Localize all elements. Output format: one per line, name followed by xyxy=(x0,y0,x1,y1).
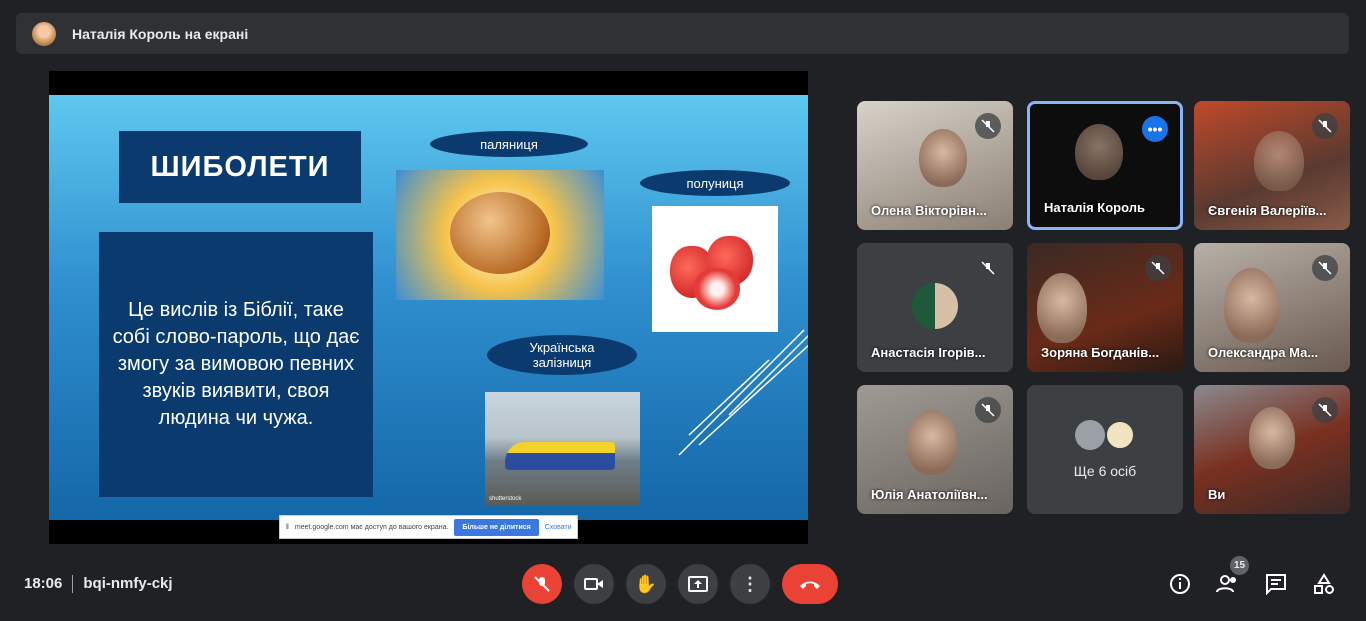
people-button[interactable] xyxy=(1216,572,1240,596)
slide: ШИБОЛЕТИ Це вислів із Біблії, таке собі … xyxy=(49,95,808,520)
train-image: shutterstock xyxy=(485,392,640,506)
participant-tile[interactable]: Олена Вікторівн... xyxy=(857,101,1013,230)
participant-tile[interactable]: Олександра Ма... xyxy=(1194,243,1350,372)
present-screen-icon xyxy=(688,576,708,592)
hang-up-icon xyxy=(800,581,820,589)
present-button[interactable] xyxy=(678,564,718,604)
more-participants-label: Ще 6 осіб xyxy=(1073,463,1137,479)
participant-name: Олена Вікторівн... xyxy=(871,203,987,218)
chat-icon xyxy=(1266,574,1286,595)
mic-off-icon xyxy=(1312,255,1338,281)
label-ukrzaliznytsia: Українська залізниця xyxy=(487,335,637,375)
share-text: meet.google.com має доступ до вашого екр… xyxy=(294,523,449,531)
mic-off-icon xyxy=(975,113,1001,139)
participant-tile[interactable]: Юлія Анатоліївн... xyxy=(857,385,1013,514)
activities-button[interactable] xyxy=(1312,572,1336,596)
participant-tile-active[interactable]: ••• Наталія Король xyxy=(1027,101,1183,230)
participant-name: Зоряна Богданів... xyxy=(1041,345,1160,360)
participant-name: Євгенія Валеріїв... xyxy=(1208,203,1327,218)
strawberry-image xyxy=(652,206,778,332)
leave-call-button[interactable] xyxy=(782,564,838,604)
participant-tile[interactable]: Анастасія Ігорів... xyxy=(857,243,1013,372)
camera-icon xyxy=(584,578,603,590)
participant-name: Юлія Анатоліївн... xyxy=(871,487,988,502)
mic-off-icon xyxy=(534,576,550,592)
meeting-code: bqi-nmfy-ckj xyxy=(83,575,173,592)
participant-avatar xyxy=(912,283,958,329)
people-icon xyxy=(1216,575,1236,593)
drag-handle-icon[interactable]: ‖ xyxy=(286,524,289,531)
slide-body: Це вислів із Біблії, таке собі слово-пар… xyxy=(99,232,373,497)
participant-tile-self[interactable]: Ви xyxy=(1194,385,1350,514)
participant-avatar xyxy=(1075,420,1105,450)
stop-sharing-button[interactable]: Більше не ділитися xyxy=(454,518,539,536)
hand-icon: ✋ xyxy=(634,573,658,594)
slide-title: ШИБОЛЕТИ xyxy=(119,131,361,203)
chat-button[interactable] xyxy=(1264,572,1288,596)
label-palyanytsia: паляниця xyxy=(430,131,588,157)
clock: 18:06 xyxy=(24,575,63,592)
presenter-bar: Наталія Король на екрані xyxy=(16,13,1349,54)
mic-off-icon xyxy=(1145,255,1171,281)
mic-off-icon xyxy=(1312,113,1338,139)
more-options-button[interactable]: ⋮ xyxy=(730,564,770,604)
activities-icon xyxy=(1314,573,1334,594)
bread-image xyxy=(396,170,604,300)
participant-avatar xyxy=(1105,420,1135,450)
participant-name: Анастасія Ігорів... xyxy=(871,345,986,360)
presenter-label: Наталія Король на екрані xyxy=(72,25,249,42)
participant-tile[interactable]: Зоряна Богданів... xyxy=(1027,243,1183,372)
info-icon xyxy=(1170,574,1190,594)
camera-toggle-button[interactable] xyxy=(574,564,614,604)
presentation-stage: ШИБОЛЕТИ Це вислів із Біблії, таке собі … xyxy=(49,71,808,544)
screen-share-bar: ‖ meet.google.com має доступ до вашого е… xyxy=(279,515,578,539)
more-vert-icon: ⋮ xyxy=(741,573,759,594)
meeting-details-button[interactable] xyxy=(1168,572,1192,596)
participant-name: Олександра Ма... xyxy=(1208,345,1319,360)
participant-tile[interactable]: Євгенія Валеріїв... xyxy=(1194,101,1350,230)
mic-off-icon xyxy=(1312,397,1338,423)
mic-off-icon xyxy=(975,397,1001,423)
raise-hand-button[interactable]: ✋ xyxy=(626,564,666,604)
more-participants-tile[interactable]: Ще 6 осіб xyxy=(1027,385,1183,514)
presenter-avatar xyxy=(32,21,56,46)
control-bar: 18:06 bqi-nmfy-ckj ✋ ⋮ 15 xyxy=(0,556,1366,608)
hide-button[interactable]: Сховати xyxy=(545,524,572,531)
divider xyxy=(72,575,74,593)
decorative-lines xyxy=(678,329,808,456)
people-count-badge: 15 xyxy=(1230,556,1249,575)
watermark: shutterstock xyxy=(489,496,522,502)
participant-name: Наталія Король xyxy=(1044,200,1145,215)
participant-name: Ви xyxy=(1208,487,1226,502)
label-polunytsia: полуниця xyxy=(640,170,790,196)
mic-toggle-button[interactable] xyxy=(522,564,562,604)
mic-off-icon xyxy=(975,255,1001,281)
more-options-icon[interactable]: ••• xyxy=(1142,116,1168,142)
